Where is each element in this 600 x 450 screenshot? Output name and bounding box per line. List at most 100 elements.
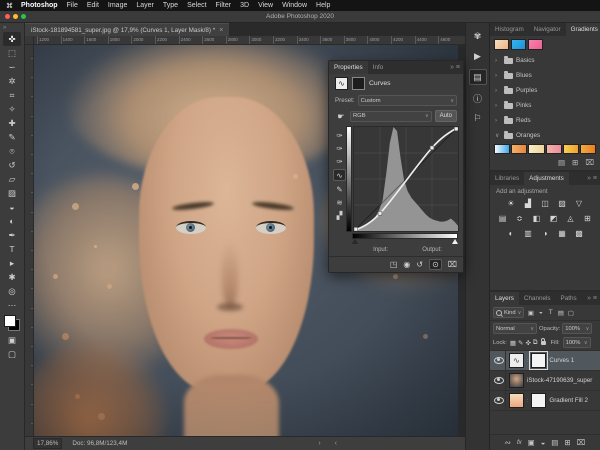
menu-image[interactable]: Image [108, 2, 127, 9]
zoom-level-field[interactable]: 17,86% [33, 438, 62, 449]
recent-gradient-peach[interactable] [494, 39, 509, 50]
hand-tool[interactable]: ✱ [3, 270, 21, 284]
layer-visibility-toggle[interactable] [493, 391, 506, 410]
layer-row-curves-1[interactable]: ∿:Curves 1 [490, 351, 600, 371]
pencil-icon[interactable]: ✎ [334, 184, 345, 194]
delete-gradient-icon[interactable]: ⌧ [585, 158, 594, 167]
opacity-select[interactable]: 100% ∨ [562, 323, 592, 334]
photo-filter-icon[interactable]: ◩ [548, 213, 560, 224]
chevron-right-icon[interactable]: › [495, 103, 501, 109]
chevron-right-icon[interactable]: › [495, 58, 501, 64]
gradient-swatch-2[interactable] [528, 144, 544, 154]
tab-layers[interactable]: Layers [490, 292, 519, 305]
white-point-eyedropper-icon[interactable]: ✑ [334, 156, 345, 166]
marquee-tool[interactable]: ⬚ [3, 46, 21, 60]
gradient-swatch-3[interactable] [546, 144, 562, 154]
actions-panel-icon[interactable]: ▶ [470, 49, 486, 63]
scroll-left-arrow[interactable]: ‹ [335, 440, 337, 447]
hue-saturation-icon[interactable]: ▤ [497, 213, 509, 224]
filter-type-layers-icon[interactable]: T [546, 309, 555, 317]
chevron-right-icon[interactable]: › [495, 73, 501, 79]
blur-tool[interactable]: ◒ [3, 200, 21, 214]
layer-visibility-toggle[interactable] [493, 351, 506, 370]
tab-histogram[interactable]: Histogram [490, 23, 529, 36]
clip-to-layer-icon[interactable]: ◳ [390, 260, 398, 269]
scroll-right-arrow[interactable]: › [318, 440, 320, 447]
color-swatches[interactable] [4, 315, 20, 331]
layer-mask-thumbnail[interactable] [531, 353, 546, 368]
more-tools[interactable]: ⋯ [3, 298, 21, 312]
chevron-right-icon[interactable]: › [495, 118, 501, 124]
dodge-tool[interactable]: ◐ [3, 214, 21, 228]
tab-info[interactable]: Info [368, 61, 389, 74]
foreground-color-swatch[interactable] [4, 315, 16, 327]
tab-menu-icon[interactable]: » ≡ [447, 61, 463, 74]
new-adjustment-layer-icon[interactable]: ◒ [541, 438, 546, 447]
layer-thumbnail[interactable] [509, 373, 524, 388]
pen-tool[interactable]: ✒ [3, 228, 21, 242]
tab-menu-icon[interactable]: » ≡ [584, 292, 600, 305]
vertical-ruler[interactable]: 6008001000120014001600180020002200240026… [25, 45, 34, 436]
info-panel-icon[interactable]: ⓘ [470, 91, 486, 105]
tab-channels[interactable]: Channels [519, 292, 556, 305]
previous-state-icon[interactable]: ◉ [403, 260, 410, 269]
recent-gradient-blue[interactable] [511, 39, 526, 50]
apple-menu-icon[interactable]: ⌘ [6, 2, 13, 10]
move-tool[interactable]: ✜ [3, 32, 21, 46]
shadow-input-slider[interactable] [352, 239, 358, 244]
smooth-curve-icon[interactable]: ≋ [334, 197, 345, 207]
link-layers-icon[interactable]: ∾ [505, 438, 511, 447]
new-group-icon[interactable]: ▤ [558, 158, 565, 167]
auto-button[interactable]: Auto [435, 110, 457, 122]
filter-adjustment-layers-icon[interactable]: ◒ [536, 309, 545, 317]
gradient-swatch-0[interactable] [494, 144, 510, 154]
toolbar-collapse-icon[interactable]: » [3, 25, 6, 31]
history-brush-tool[interactable]: ↺ [3, 158, 21, 172]
gradient-map-icon[interactable]: ▦ [556, 228, 568, 239]
delete-adjustment-icon[interactable]: ⌧ [448, 260, 457, 269]
add-layer-mask-icon[interactable]: ▣ [528, 438, 535, 447]
gradient-swatch-5[interactable] [580, 144, 596, 154]
menu-window[interactable]: Window [282, 2, 307, 9]
channel-select[interactable]: RGB ∨ [350, 111, 432, 122]
posterize-icon[interactable]: ▥ [522, 228, 534, 239]
menu-edit[interactable]: Edit [87, 2, 99, 9]
menu-select[interactable]: Select [187, 2, 206, 9]
menu-photoshop[interactable]: Photoshop [21, 2, 58, 9]
layer-visibility-toggle[interactable] [493, 371, 506, 390]
clip-display-icon[interactable]: ▞ [334, 210, 345, 220]
brush-tool[interactable]: ✎ [3, 130, 21, 144]
layer-mask-thumbnail[interactable] [352, 77, 365, 90]
menu-type[interactable]: Type [163, 2, 178, 9]
curves-layer-thumbnail[interactable]: ∿ [335, 77, 348, 90]
chevron-right-icon[interactable]: › [495, 88, 501, 94]
tab-adjustments[interactable]: Adjustments [524, 172, 569, 185]
crop-tool[interactable]: ⌗ [3, 88, 21, 102]
lock-position-icon[interactable]: ✜ [525, 339, 530, 347]
gradient-swatch-1[interactable] [511, 144, 527, 154]
layer-mask-thumbnail[interactable] [531, 393, 546, 408]
channel-mixer-icon[interactable]: ◬ [565, 213, 577, 224]
lock-pixels-icon[interactable]: ✎ [518, 339, 523, 347]
brightness-contrast-icon[interactable]: ☀ [505, 198, 517, 209]
tab-navigator[interactable]: Navigator [529, 23, 566, 36]
black-point-eyedropper-icon[interactable]: ✑ [334, 130, 345, 140]
lasso-tool[interactable]: ∽ [3, 60, 21, 74]
menu-3d[interactable]: 3D [240, 2, 249, 9]
exposure-icon[interactable]: ▨ [556, 198, 568, 209]
menu-file[interactable]: File [67, 2, 78, 9]
recent-gradient-pink[interactable] [528, 39, 543, 50]
layer-row-istock-47190639-super[interactable]: iStock-47190639_super [490, 371, 600, 391]
gradient-tool[interactable]: ▨ [3, 186, 21, 200]
black-white-icon[interactable]: ◧ [531, 213, 543, 224]
toggle-visibility-icon[interactable]: ⊙ [429, 259, 442, 270]
color-lookup-icon[interactable]: ⊞ [582, 213, 594, 224]
lock-all-icon[interactable] [541, 341, 546, 345]
gradient-folder-blues[interactable]: ›Blues [490, 68, 600, 83]
document-tab[interactable]: iStock-181894581_super.jpg @ 17,9% (Curv… [25, 23, 229, 36]
selective-color-icon[interactable]: ▩ [573, 228, 585, 239]
vibrance-icon[interactable]: ▽ [573, 198, 585, 209]
layer-row-gradient-fill-2[interactable]: :Gradient Fill 2 [490, 391, 600, 411]
invert-icon[interactable]: ◐ [505, 228, 517, 239]
gray-point-eyedropper-icon[interactable]: ✑ [334, 143, 345, 153]
